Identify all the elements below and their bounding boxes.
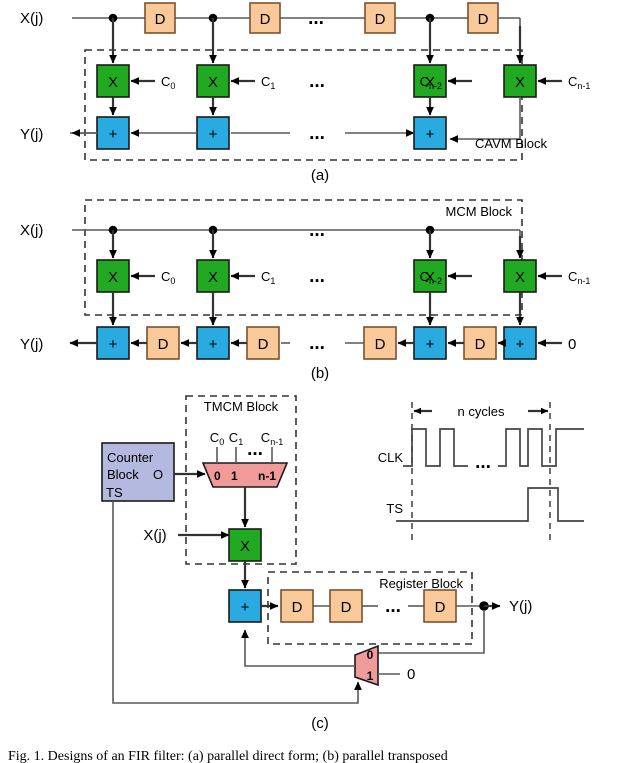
adder-label: +	[516, 336, 525, 353]
figure-caption: Fig. 1. Designs of an FIR filter: (a) pa…	[8, 749, 448, 763]
delay-register-label: D	[375, 11, 386, 28]
panel-b-top-ellipsis: ...	[309, 220, 325, 241]
feedback-mux-index-0: 0	[367, 648, 374, 662]
delay-register-label: D	[375, 336, 386, 353]
adder-label: +	[241, 599, 250, 616]
delay-register-label: D	[341, 599, 352, 616]
counter-out-port-label: O	[153, 467, 163, 482]
clk-ellipsis: ...	[475, 452, 491, 473]
panel-c-id: (c)	[311, 715, 329, 732]
adder-label: +	[109, 336, 118, 353]
timing-span-label: n cycles	[458, 404, 505, 419]
timing-signal-label-ts: TS	[386, 501, 403, 516]
panel-b-output-label: Y(j)	[20, 336, 43, 353]
adder-label: +	[209, 126, 218, 143]
adder-label: +	[426, 126, 435, 143]
coefficient-mux: 0 1 n-1	[201, 462, 289, 488]
adder-label: +	[209, 336, 218, 353]
adder-label: +	[109, 126, 118, 143]
mcm-block-label: MCM Block	[446, 204, 513, 219]
panel-a-id: (a)	[311, 167, 329, 184]
mux-input-index-0: 0	[214, 469, 221, 483]
mux-input-ellipsis: ...	[247, 439, 263, 460]
panel-b-id: (b)	[311, 365, 329, 382]
multiplier-label: X	[515, 269, 525, 286]
delay-register-label: D	[475, 336, 486, 353]
panel-c-output-label: Y(j)	[509, 598, 532, 615]
counter-ts-port-label: TS	[106, 485, 123, 500]
fir-filter-figure: X(j) D D D D ... X X X X C0 C1 Cn-2 Cn-1…	[0, 0, 640, 763]
multiplier-label: X	[515, 74, 525, 91]
multiplier-label: X	[108, 269, 118, 286]
multiplier-label: X	[208, 74, 218, 91]
delay-register-label: D	[435, 599, 446, 616]
delay-register-label: D	[260, 11, 271, 28]
delay-register-label: D	[478, 11, 489, 28]
panel-a-input-label: X(j)	[20, 10, 43, 27]
counter-block-line2: Block	[107, 467, 139, 482]
panel-a-mul-ellipsis: ...	[309, 71, 325, 92]
panel-a-top-ellipsis: ...	[308, 8, 324, 29]
panel-c-input-label: X(j)	[143, 527, 166, 544]
timing-signal-label-clk: CLK	[378, 450, 404, 465]
panel-b-input-label: X(j)	[20, 222, 43, 239]
tmcm-block-label: TMCM Block	[204, 399, 279, 414]
register-chain-ellipsis: ...	[385, 596, 401, 617]
register-block-label: Register Block	[379, 576, 463, 591]
cavm-block-label: CAVM Block	[475, 136, 547, 151]
multiplier-label: X	[208, 269, 218, 286]
counter-block-line1: Counter	[107, 450, 154, 465]
multiplier-label: X	[108, 74, 118, 91]
panel-b-bottom-ellipsis: ...	[309, 333, 325, 354]
panel-b-mul-ellipsis: ...	[309, 266, 325, 287]
panel-a-output-label: Y(j)	[20, 126, 43, 143]
delay-register-label: D	[155, 11, 166, 28]
panel-b-zero-input: 0	[568, 336, 576, 353]
mux-input-index-1: 1	[231, 469, 238, 483]
delay-register-label: D	[158, 336, 169, 353]
counter-block: Counter Block O TS	[101, 442, 175, 502]
delay-register-label: D	[258, 336, 269, 353]
mux-input-index-n: n-1	[258, 469, 276, 483]
feedback-zero-label: 0	[407, 666, 415, 683]
delay-register-label: D	[292, 599, 303, 616]
feedback-mux-index-1: 1	[367, 669, 374, 683]
multiplier-label: X	[240, 538, 250, 555]
adder-label: +	[426, 336, 435, 353]
panel-a-add-ellipsis: ...	[309, 123, 325, 144]
